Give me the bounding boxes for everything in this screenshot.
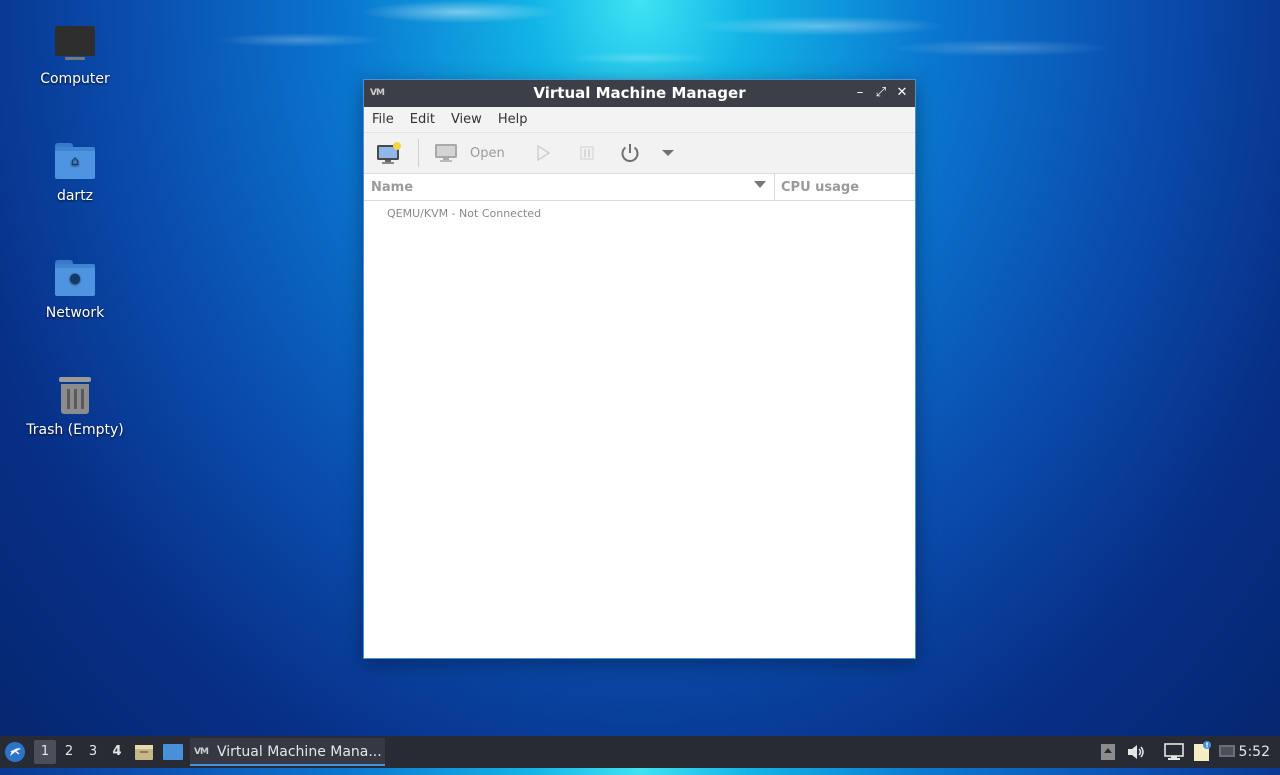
file-manager-icon — [135, 745, 153, 760]
shutdown-button[interactable] — [618, 139, 642, 167]
workspace-1[interactable]: 1 — [34, 740, 56, 764]
menu-edit[interactable]: Edit — [402, 112, 443, 127]
minimize-button[interactable]: – — [851, 84, 869, 102]
run-button[interactable] — [532, 139, 554, 167]
monitor-icon — [435, 144, 457, 162]
maximize-button[interactable]: ⤢ — [872, 84, 890, 102]
desktop-icon-label: Network — [45, 305, 105, 321]
volume-button[interactable] — [1126, 736, 1146, 768]
task-label: Virtual Machine Mana... — [217, 744, 382, 760]
vm-list-header: Name CPU usage — [364, 174, 915, 201]
clock[interactable]: 5:52 — [1239, 736, 1270, 768]
taskbar: 1 2 3 4 VM Virtual Machine Mana... 5:52 — [0, 736, 1280, 768]
chevron-down-icon — [662, 150, 674, 156]
desktop-icon-computer[interactable]: Computer — [20, 22, 130, 88]
chevron-up-icon — [1101, 744, 1115, 760]
show-desktop-button[interactable] — [162, 736, 184, 768]
start-menu-button[interactable] — [4, 736, 28, 768]
taskbar-task-virt-manager[interactable]: VM Virtual Machine Mana... — [190, 738, 385, 766]
desktop-icon-network[interactable]: ● Network — [20, 256, 130, 322]
desktop-icon-home[interactable]: ⌂ dartz — [20, 139, 130, 205]
workspace-4[interactable]: 4 — [106, 736, 128, 768]
new-vm-button[interactable] — [374, 139, 404, 167]
column-cpu-usage[interactable]: CPU usage — [781, 180, 859, 195]
column-name[interactable]: Name — [371, 180, 413, 195]
clipboard-icon — [1194, 741, 1211, 761]
menu-bar: File Edit View Help — [364, 107, 915, 133]
network-status-button[interactable] — [1163, 736, 1185, 768]
lubuntu-logo-icon — [5, 742, 25, 762]
file-manager-launcher[interactable] — [134, 736, 154, 768]
virt-manager-window: VM Virtual Machine Manager – ⤢ ✕ File Ed… — [363, 79, 916, 659]
menu-file[interactable]: File — [364, 112, 402, 127]
screen-lock-button[interactable] — [1218, 736, 1236, 768]
volume-icon — [1128, 745, 1144, 759]
virt-manager-task-icon: VM — [194, 747, 209, 757]
column-divider[interactable] — [774, 174, 775, 200]
vm-list: QEMU/KVM - Not Connected — [364, 201, 915, 227]
list-item[interactable]: QEMU/KVM - Not Connected — [364, 201, 915, 227]
window-titlebar[interactable]: VM Virtual Machine Manager – ⤢ ✕ — [364, 80, 915, 107]
trash-icon — [53, 373, 97, 417]
play-icon — [537, 144, 551, 162]
home-folder-icon: ⌂ — [53, 139, 97, 183]
pause-icon — [580, 146, 594, 160]
computer-icon — [53, 22, 97, 66]
window-title: Virtual Machine Manager — [533, 84, 746, 102]
toolbar: Open — [364, 133, 915, 174]
network-wired-icon — [1164, 743, 1184, 760]
workspace-2[interactable]: 2 — [58, 736, 80, 768]
tray-expand-button[interactable] — [1100, 736, 1116, 768]
desktop-icon — [163, 744, 183, 760]
sort-descending-icon[interactable] — [754, 181, 766, 188]
toolbar-separator — [418, 139, 419, 167]
menu-help[interactable]: Help — [490, 112, 536, 127]
clipboard-button[interactable] — [1190, 736, 1214, 768]
display-icon — [1219, 745, 1235, 757]
pause-button[interactable] — [576, 139, 598, 167]
shutdown-menu-button[interactable] — [660, 139, 676, 167]
desktop-icon-label: Computer — [40, 71, 110, 87]
open-button[interactable]: Open — [434, 139, 514, 167]
menu-view[interactable]: View — [443, 112, 490, 127]
desktop-icon-trash[interactable]: Trash (Empty) — [20, 373, 130, 439]
desktop-icon-label: Trash (Empty) — [26, 422, 124, 438]
desktop-icon-label: dartz — [56, 188, 94, 204]
network-folder-icon: ● — [53, 256, 97, 300]
new-vm-icon — [377, 142, 401, 164]
workspace-3[interactable]: 3 — [82, 736, 104, 768]
open-button-label: Open — [470, 145, 505, 161]
power-icon — [621, 144, 639, 162]
close-button[interactable]: ✕ — [893, 84, 911, 102]
